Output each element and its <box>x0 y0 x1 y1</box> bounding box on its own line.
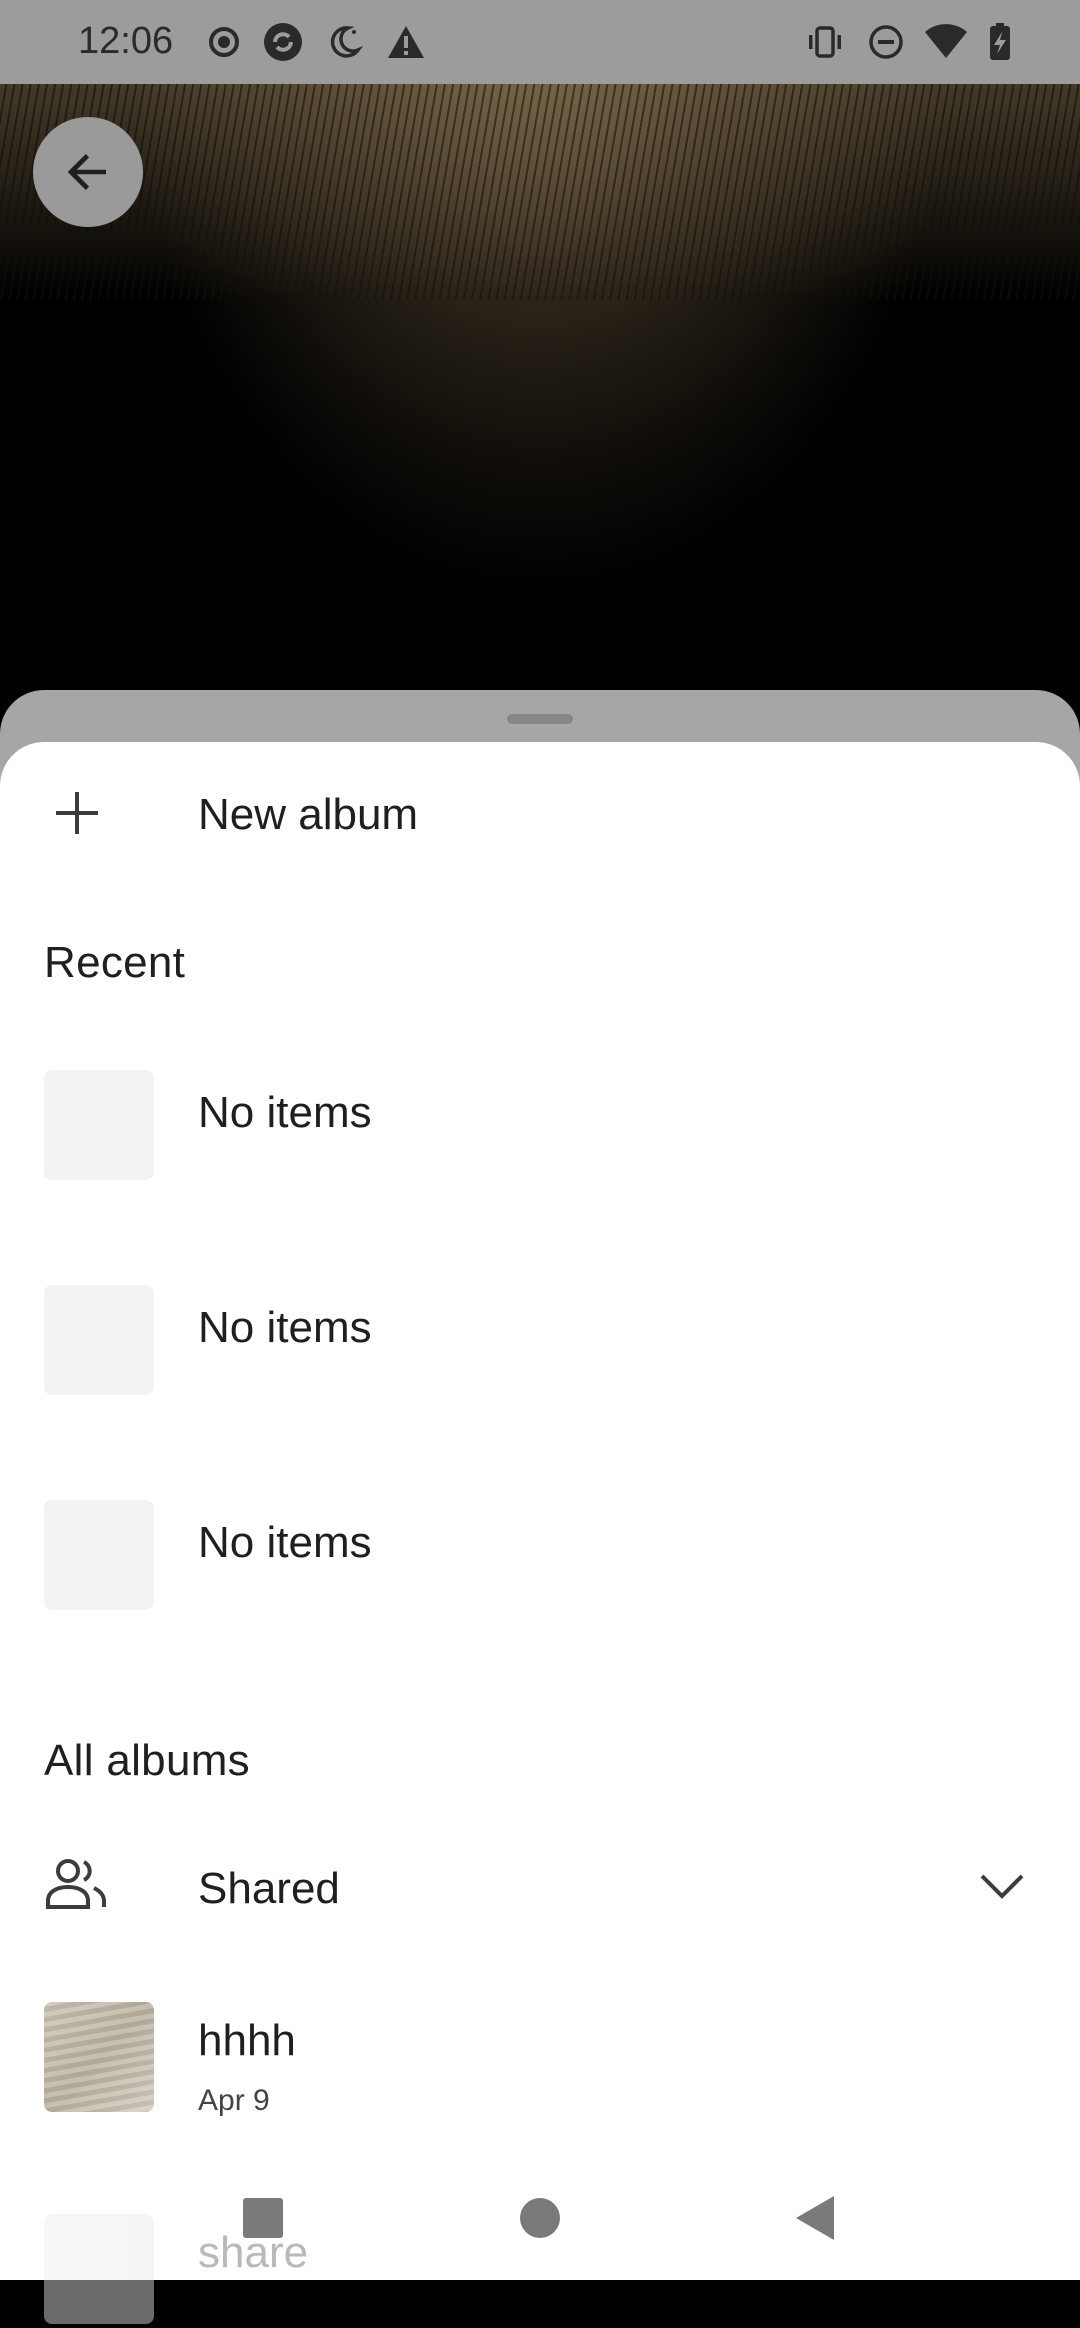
triangle-back-icon <box>796 2196 834 2240</box>
album-date: Apr 9 <box>198 2084 270 2117</box>
wifi-icon <box>925 24 967 58</box>
back-button[interactable] <box>33 117 143 227</box>
battery-charging-icon <box>990 23 1010 60</box>
album-thumbnail <box>44 2002 154 2112</box>
back-nav-button[interactable] <box>786 2188 846 2248</box>
system-navigation-bar <box>0 2160 1080 2280</box>
album-thumbnail-placeholder <box>44 1500 154 1610</box>
arrow-back-icon <box>67 154 106 190</box>
vibrate-icon <box>809 26 841 58</box>
do-not-disturb-moon-icon <box>330 26 364 58</box>
add-to-album-sheet: New album Recent No items No items No it… <box>0 742 1080 2324</box>
recent-section-title: Recent <box>44 938 186 987</box>
home-button[interactable] <box>510 2188 570 2248</box>
status-bar: 12:06 <box>0 0 1080 84</box>
recent-item[interactable]: No items <box>0 1490 1080 1620</box>
album-thumbnail-placeholder <box>44 1070 154 1180</box>
people-icon <box>46 1859 106 1909</box>
warning-icon <box>388 26 424 58</box>
photo-grass-texture <box>0 80 1080 300</box>
status-time: 12:06 <box>78 20 174 62</box>
recent-item-label: No items <box>198 1518 372 1567</box>
drag-handle[interactable] <box>507 714 573 724</box>
square-icon <box>243 2198 283 2238</box>
all-albums-section-title: All albums <box>44 1736 250 1785</box>
dnd-minus-icon <box>869 25 903 59</box>
album-thumbnail-placeholder <box>44 1285 154 1395</box>
circle-icon <box>520 2198 560 2238</box>
new-album-row[interactable]: New album <box>0 762 1080 862</box>
chevron-down-icon[interactable] <box>978 1866 1026 1906</box>
sync-icon <box>264 23 302 61</box>
record-icon <box>209 27 239 57</box>
recent-item[interactable]: No items <box>0 1060 1080 1190</box>
shared-albums-row[interactable]: Shared <box>0 1832 1080 1942</box>
album-item[interactable]: hhhh Apr 9 <box>0 1996 1080 2156</box>
plus-icon <box>56 792 98 834</box>
shared-label: Shared <box>198 1864 340 1913</box>
recents-button[interactable] <box>233 2188 293 2248</box>
recent-item[interactable]: No items <box>0 1275 1080 1405</box>
new-album-label: New album <box>198 790 419 839</box>
album-title: hhhh <box>198 2016 296 2065</box>
recent-item-label: No items <box>198 1303 372 1352</box>
recent-item-label: No items <box>198 1088 372 1137</box>
